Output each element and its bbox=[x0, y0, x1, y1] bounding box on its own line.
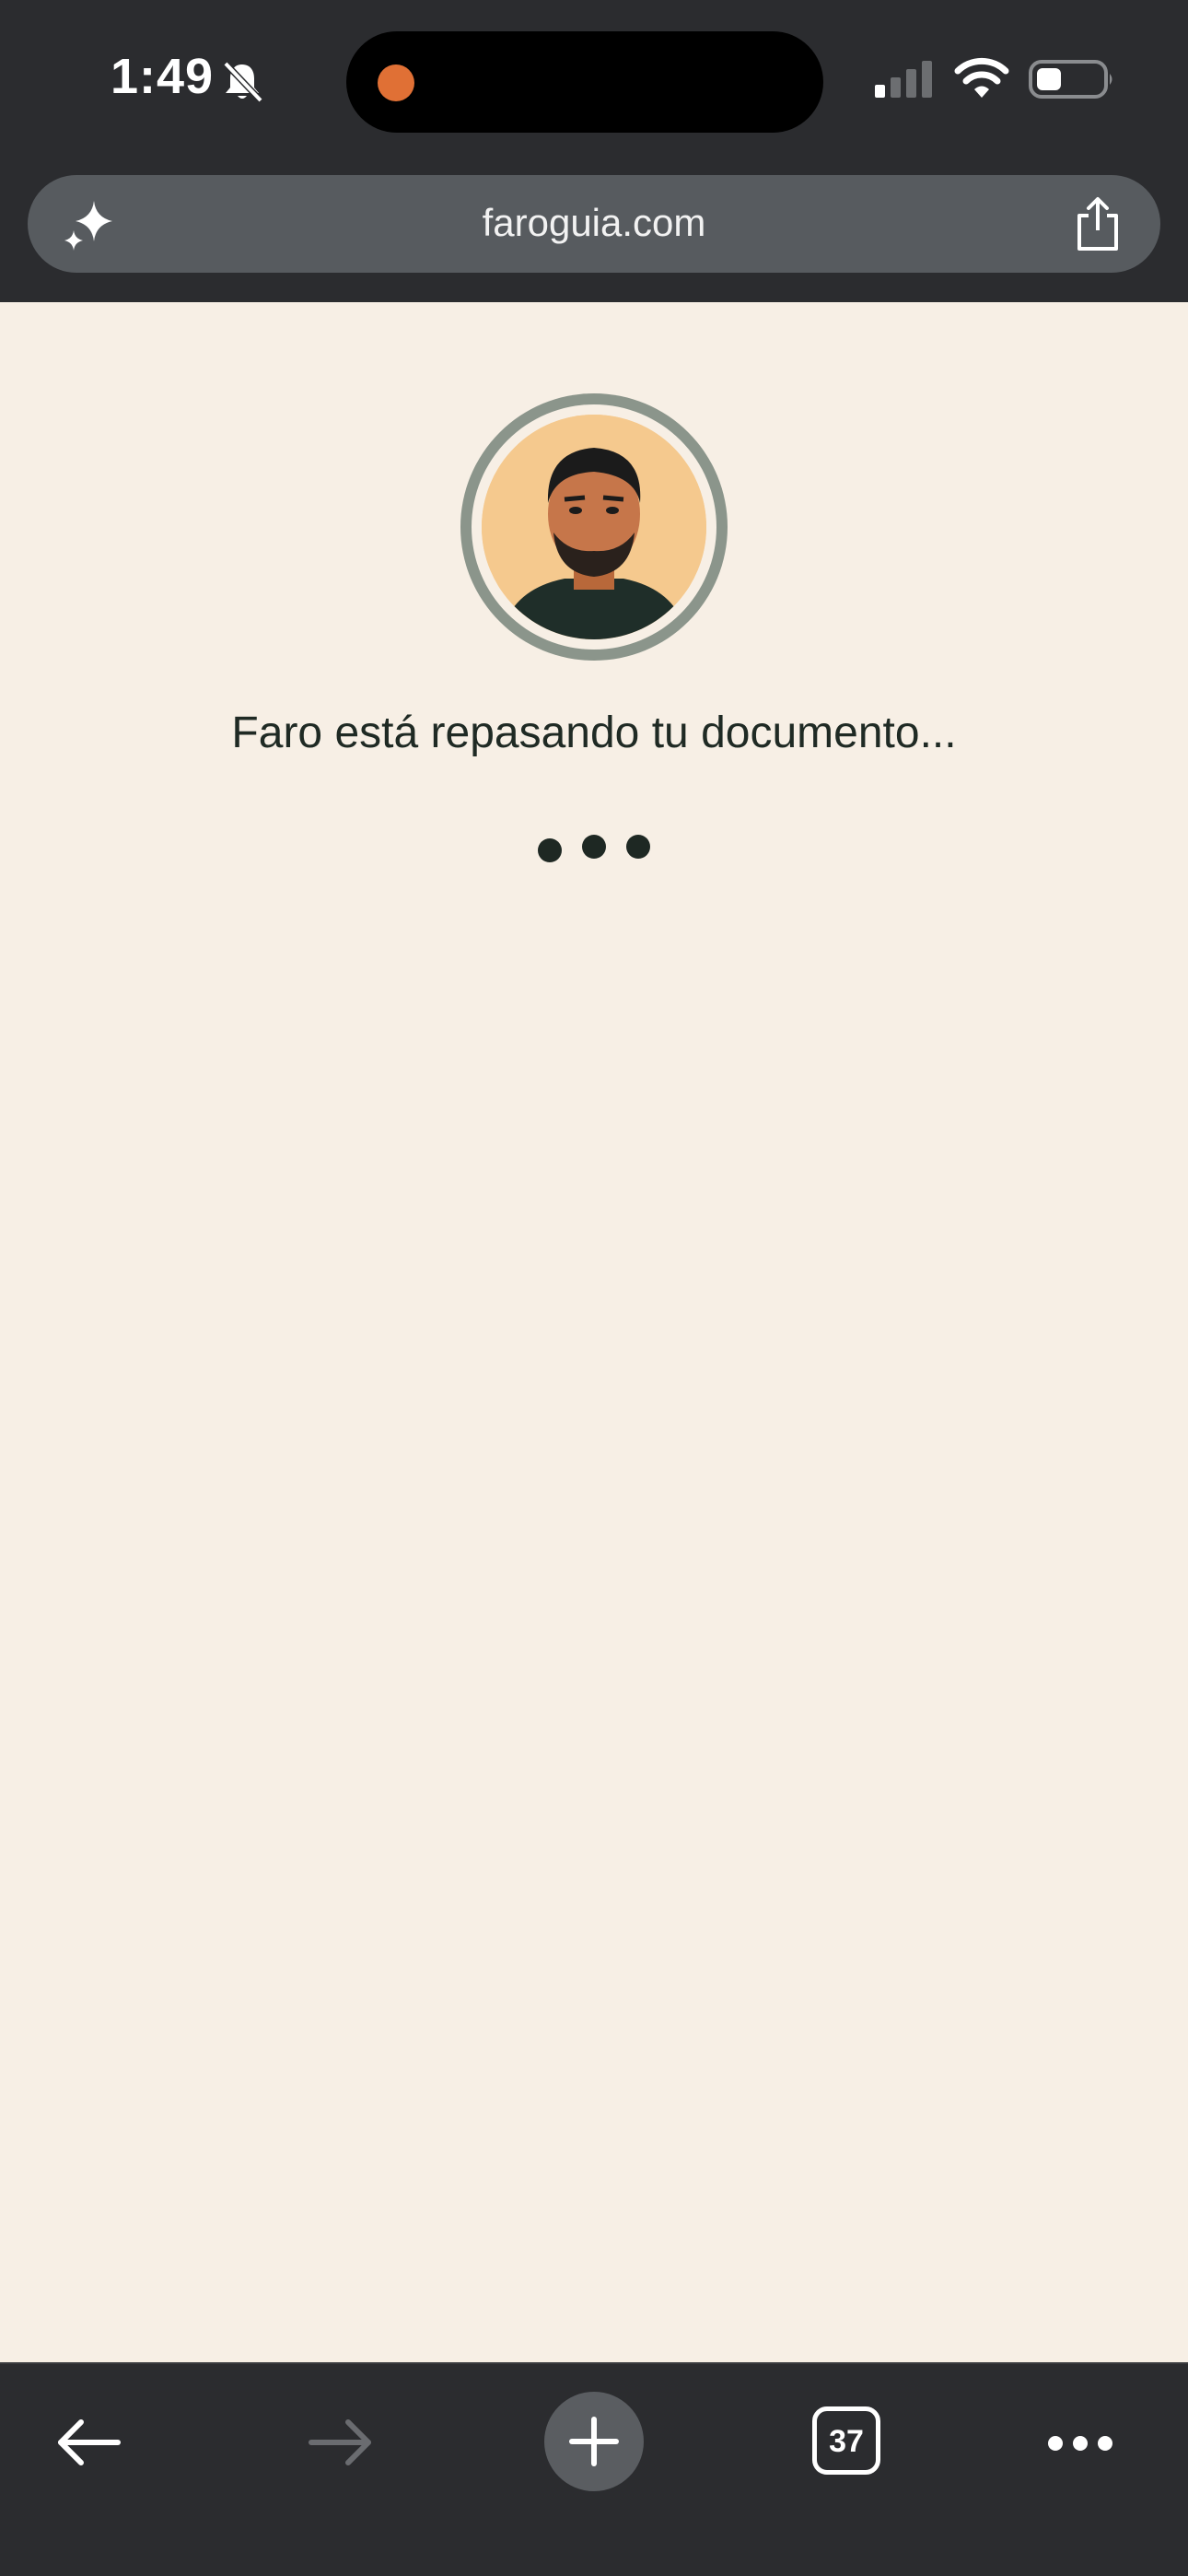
typing-dots bbox=[534, 827, 654, 864]
cellular-signal-icon bbox=[875, 61, 932, 98]
avatar bbox=[482, 415, 706, 639]
new-tab-button[interactable] bbox=[544, 2392, 644, 2491]
address-bar[interactable]: faroguia.com bbox=[28, 175, 1160, 273]
tabs-count: 37 bbox=[829, 2424, 864, 2459]
page-content: Faro está repasando tu documento... bbox=[0, 302, 1188, 2362]
recording-indicator bbox=[378, 64, 414, 101]
avatar-ring bbox=[460, 393, 728, 661]
tabs-button[interactable]: 37 bbox=[812, 2406, 880, 2475]
typing-dot bbox=[582, 835, 606, 859]
back-arrow-icon[interactable] bbox=[37, 2392, 138, 2493]
wifi-icon bbox=[954, 57, 1009, 98]
share-icon[interactable] bbox=[1072, 195, 1124, 252]
typing-dot bbox=[538, 838, 562, 862]
dynamic-island bbox=[346, 31, 823, 133]
battery-icon bbox=[1029, 60, 1112, 99]
plus-icon bbox=[569, 2417, 619, 2466]
typing-dot bbox=[626, 835, 650, 859]
forward-arrow-icon[interactable] bbox=[291, 2392, 392, 2493]
url-text[interactable]: faroguia.com bbox=[28, 201, 1160, 245]
status-bar: 1:49 bbox=[0, 0, 1188, 170]
status-time: 1:49 bbox=[111, 49, 215, 104]
more-icon[interactable] bbox=[1030, 2392, 1131, 2493]
browser-toolbar: 37 bbox=[0, 2362, 1188, 2576]
portrait-illustration bbox=[482, 415, 706, 639]
bell-slash-icon bbox=[223, 61, 263, 103]
loading-message: Faro está repasando tu documento... bbox=[231, 708, 957, 757]
